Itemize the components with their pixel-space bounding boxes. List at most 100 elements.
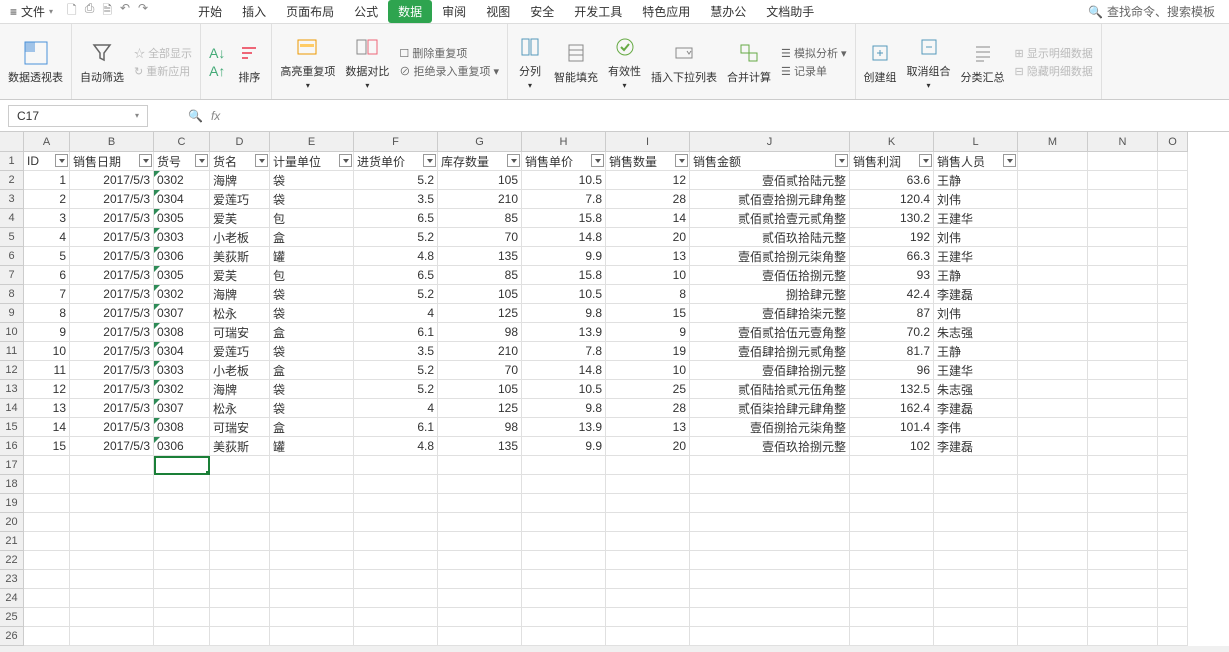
cell[interactable] [1018,418,1088,437]
col-header-N[interactable]: N [1088,132,1158,152]
cell[interactable]: 盒 [270,228,354,247]
sort-asc-icon[interactable]: A↓ [209,45,225,61]
cell[interactable] [850,570,934,589]
col-header-J[interactable]: J [690,132,850,152]
cell[interactable]: 2017/5/3 [70,342,154,361]
cell[interactable]: 2017/5/3 [70,399,154,418]
cell[interactable]: 贰佰陆拾贰元伍角整 [690,380,850,399]
cell[interactable] [354,513,438,532]
row-header[interactable]: 11 [0,342,24,361]
cell[interactable]: 0306 [154,247,210,266]
cell[interactable]: 袋 [270,380,354,399]
cell[interactable] [1158,551,1188,570]
cell[interactable]: 小老板 [210,361,270,380]
cell[interactable] [438,494,522,513]
cell[interactable]: 2017/5/3 [70,285,154,304]
cell[interactable] [690,608,850,627]
cell[interactable]: 13.9 [522,323,606,342]
cell[interactable] [438,551,522,570]
cell[interactable]: 135 [438,437,522,456]
cell[interactable] [210,627,270,646]
cell[interactable]: 壹佰肆拾柒元整 [690,304,850,323]
cell[interactable]: 壹佰贰拾陆元整 [690,171,850,190]
cell[interactable]: 2017/5/3 [70,380,154,399]
cell[interactable]: 7 [24,285,70,304]
cell[interactable] [1088,456,1158,475]
cell[interactable]: 105 [438,380,522,399]
sort-button[interactable]: 排序 [235,39,263,85]
cell[interactable] [154,494,210,513]
cell[interactable] [1088,247,1158,266]
cell[interactable] [154,532,210,551]
cell[interactable]: 4 [24,228,70,247]
cell[interactable]: 0307 [154,304,210,323]
row-header[interactable]: 24 [0,589,24,608]
grid[interactable]: ID销售日期货号货名计量单位进货单价库存数量销售单价销售数量销售金额销售利润销售… [24,152,1188,646]
col-header-G[interactable]: G [438,132,522,152]
cell[interactable]: 刘伟 [934,190,1018,209]
cell[interactable] [1018,399,1088,418]
cell[interactable]: 9.9 [522,247,606,266]
cell[interactable]: 罐 [270,437,354,456]
cell[interactable] [24,589,70,608]
cell[interactable]: 15.8 [522,209,606,228]
cell[interactable]: 销售数量 [606,152,690,171]
row-header[interactable]: 10 [0,323,24,342]
cell[interactable] [24,532,70,551]
cell[interactable]: 壹佰玖拾捌元整 [690,437,850,456]
cell[interactable] [1158,532,1188,551]
cell[interactable]: 李建磊 [934,437,1018,456]
cell[interactable] [70,627,154,646]
cell[interactable] [1158,589,1188,608]
cell[interactable] [1088,627,1158,646]
cell[interactable]: 袋 [270,304,354,323]
cell[interactable]: 贰佰柒拾肆元肆角整 [690,399,850,418]
filter-button[interactable] [675,154,688,167]
cell[interactable]: 13 [24,399,70,418]
cell[interactable]: 192 [850,228,934,247]
cell[interactable] [154,456,210,475]
cell[interactable] [70,570,154,589]
cell[interactable]: 货名 [210,152,270,171]
cell[interactable]: 6.5 [354,266,438,285]
cell[interactable]: 0305 [154,209,210,228]
cell[interactable]: 10.5 [522,380,606,399]
cell[interactable]: 93 [850,266,934,285]
cell[interactable] [270,475,354,494]
name-box[interactable]: C17 ▾ [8,105,148,127]
cell[interactable]: 14 [24,418,70,437]
tab-开发工具[interactable]: 开发工具 [564,0,632,23]
cell[interactable]: ID [24,152,70,171]
fx-label[interactable]: fx [211,109,220,123]
cell[interactable] [24,456,70,475]
cell[interactable] [1088,608,1158,627]
cell[interactable] [1088,323,1158,342]
row-header[interactable]: 20 [0,513,24,532]
cell[interactable]: 销售金额 [690,152,850,171]
cell[interactable]: 2017/5/3 [70,228,154,247]
cell[interactable]: 0306 [154,437,210,456]
filter-button[interactable] [919,154,932,167]
tab-特色应用[interactable]: 特色应用 [632,0,700,23]
cell[interactable]: 0308 [154,418,210,437]
cell[interactable]: 101.4 [850,418,934,437]
cell[interactable]: 4.8 [354,247,438,266]
cell[interactable]: 2017/5/3 [70,361,154,380]
cell[interactable]: 63.6 [850,171,934,190]
cell[interactable] [606,627,690,646]
cell[interactable]: 库存数量 [438,152,522,171]
cell[interactable] [1158,513,1188,532]
tab-开始[interactable]: 开始 [188,0,232,23]
cell[interactable]: 贰佰贰拾壹元贰角整 [690,209,850,228]
cell[interactable]: 2017/5/3 [70,266,154,285]
cell[interactable]: 102 [850,437,934,456]
cell[interactable] [24,475,70,494]
cell[interactable]: 13.9 [522,418,606,437]
cell[interactable]: 20 [606,437,690,456]
cell[interactable]: 70.2 [850,323,934,342]
cell[interactable] [1018,551,1088,570]
filter-button[interactable] [507,154,520,167]
cell[interactable] [934,608,1018,627]
cell[interactable] [606,570,690,589]
cell[interactable] [24,513,70,532]
